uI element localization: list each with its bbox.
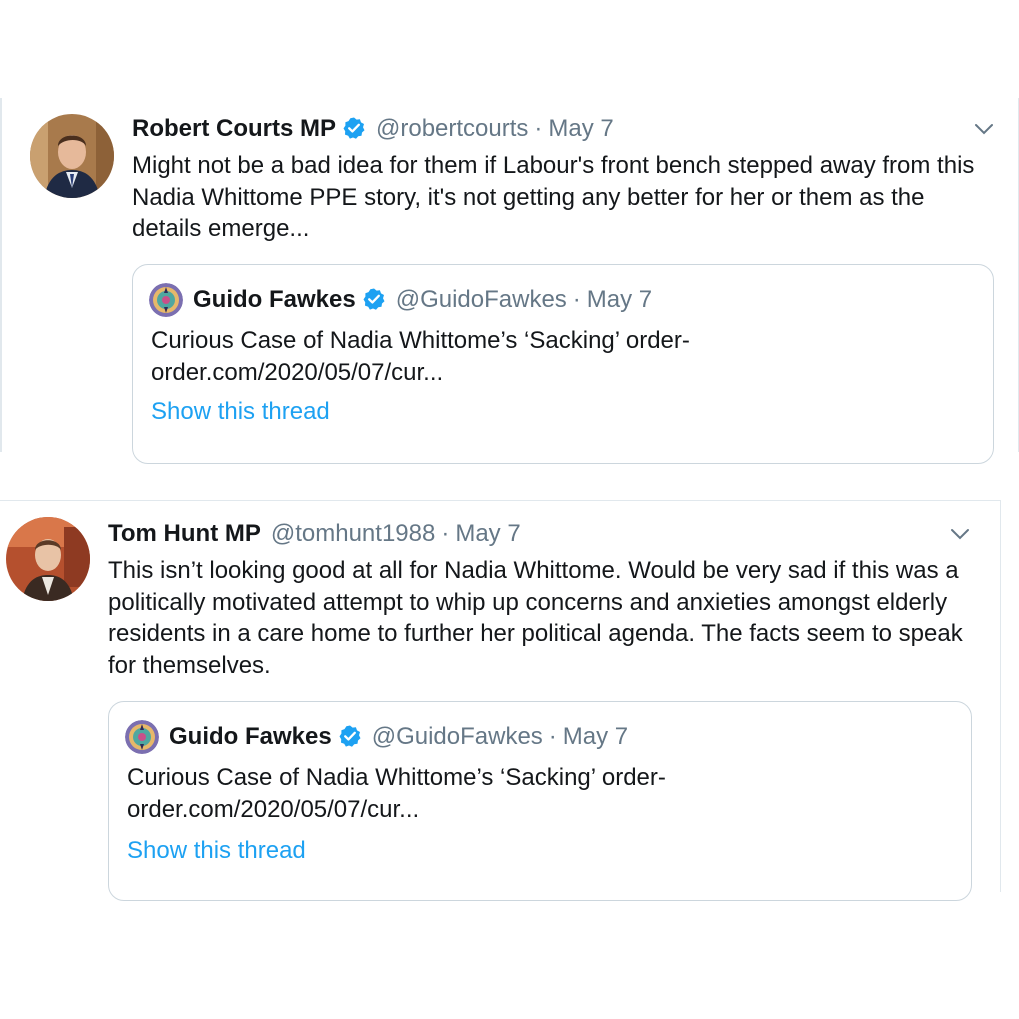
quoted-display-name: Guido Fawkes xyxy=(169,723,332,750)
chevron-down-icon[interactable] xyxy=(974,122,994,136)
avatar[interactable] xyxy=(30,114,114,198)
verified-badge-icon xyxy=(342,116,366,148)
tweet-text: This isn’t looking good at all for Nadia… xyxy=(108,557,963,679)
separator-dot: · xyxy=(534,115,543,142)
quoted-text: Curious Case of Nadia Whittome’s ‘Sackin… xyxy=(127,764,666,823)
quoted-date: May 7 xyxy=(586,286,653,313)
quoted-display-name: Guido Fawkes xyxy=(193,286,356,313)
quoted-tweet[interactable]: Guido Fawkes @GuidoFawkes · May 7 Curious … xyxy=(108,701,972,901)
quote-header: Guido Fawkes @GuidoFawkes · May 7 xyxy=(193,285,652,319)
quoted-handle: @GuidoFawkes xyxy=(371,723,543,750)
user-handle[interactable]: @tomhunt1988 xyxy=(271,520,435,547)
avatar xyxy=(125,720,159,754)
quoted-tweet[interactable]: Guido Fawkes @GuidoFawkes · May 7 Curious … xyxy=(132,264,994,464)
tweet-date[interactable]: May 7 xyxy=(455,520,520,547)
avatar xyxy=(149,283,183,317)
tweet-text: Might not be a bad idea for them if Labo… xyxy=(132,152,975,242)
quote-header: Guido Fawkes @GuidoFawkes · May 7 xyxy=(169,722,628,756)
tweet-header: Tom Hunt MP @tomhunt1988 · May 7 xyxy=(108,519,521,549)
separator-dot: · xyxy=(548,723,557,750)
avatar[interactable] xyxy=(6,517,90,601)
separator-dot: · xyxy=(572,286,581,313)
tweet-header: Robert Courts MP @robertcourts · May 7 xyxy=(132,114,614,148)
show-thread-link[interactable]: Show this thread xyxy=(127,836,306,866)
user-handle[interactable]: @robertcourts xyxy=(376,115,528,142)
quoted-date: May 7 xyxy=(562,723,629,750)
show-thread-link[interactable]: Show this thread xyxy=(151,397,330,427)
display-name[interactable]: Robert Courts MP xyxy=(132,115,336,142)
display-name[interactable]: Tom Hunt MP xyxy=(108,520,261,547)
chevron-down-icon[interactable] xyxy=(950,527,970,541)
tweet-card[interactable]: Tom Hunt MP @tomhunt1988 · May 7 This isn’t… xyxy=(0,500,1001,901)
separator-dot: · xyxy=(441,520,450,547)
quoted-text: Curious Case of Nadia Whittome’s ‘Sackin… xyxy=(151,327,690,386)
verified-badge-icon xyxy=(362,287,386,319)
tweet-date[interactable]: May 7 xyxy=(548,115,613,142)
quoted-handle: @GuidoFawkes xyxy=(395,286,567,313)
tweet-card[interactable]: Robert Courts MP @robertcourts · May 7 Mig… xyxy=(0,98,1019,464)
verified-badge-icon xyxy=(338,724,362,756)
